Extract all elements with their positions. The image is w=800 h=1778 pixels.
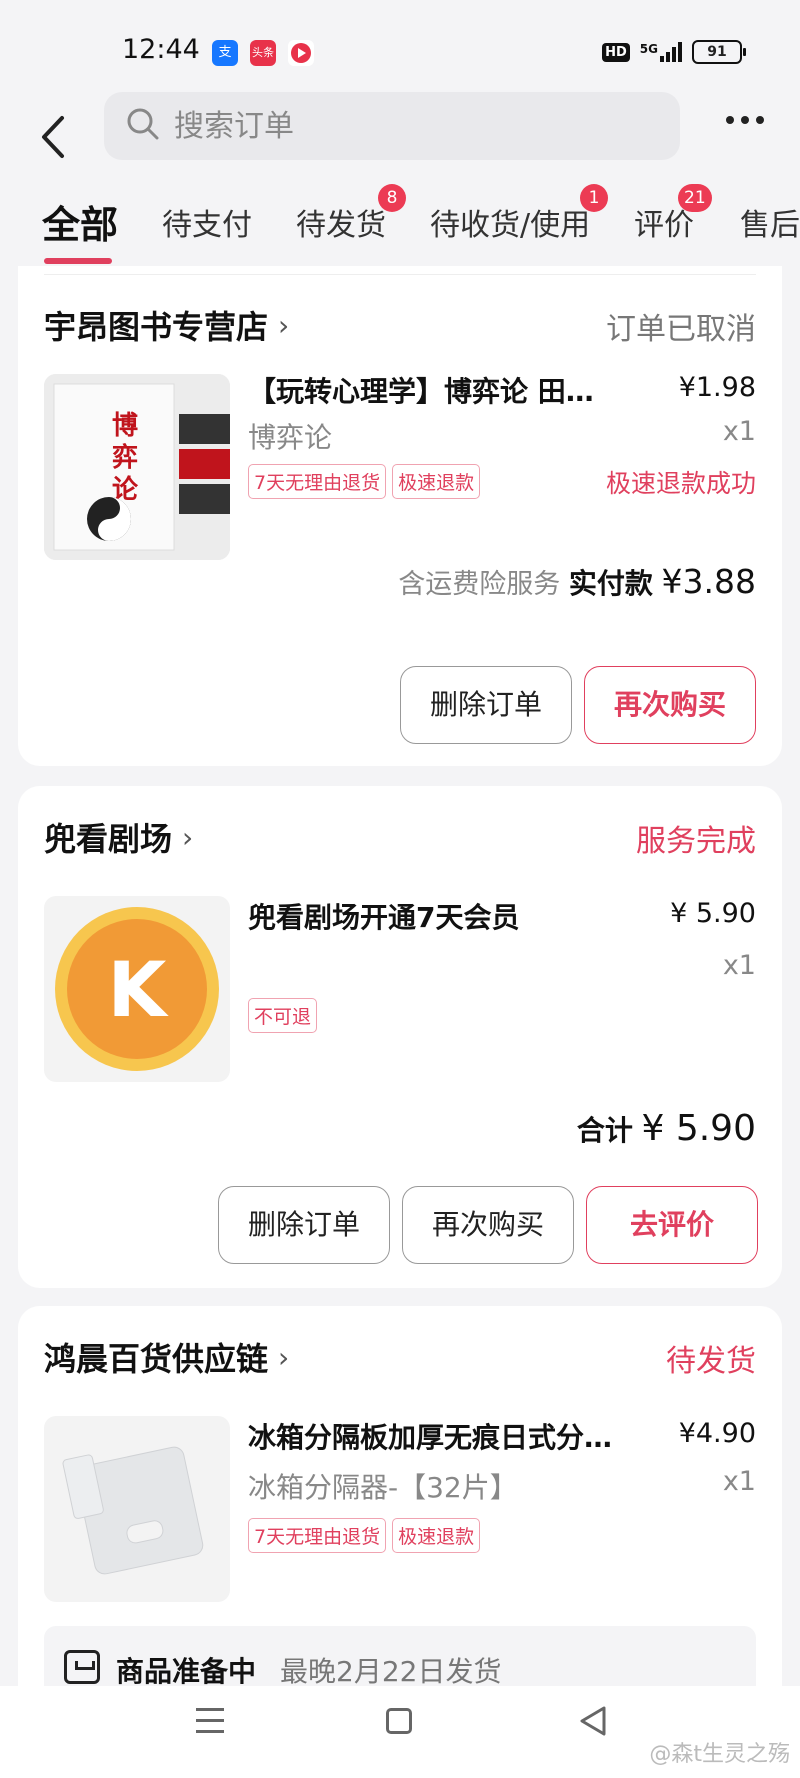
tab-pending-shipment[interactable]: 待发货 8 <box>296 184 406 244</box>
store-label: 鸿晨百货供应链 <box>44 1340 269 1378</box>
tag-return-7day: 7天无理由退货 <box>248 464 387 499</box>
tag-return-7day: 7天无理由退货 <box>248 1518 387 1553</box>
refund-status: 极速退款成功 <box>605 469 756 498</box>
store-name[interactable]: 宇昂图书专营店 › <box>44 302 289 348</box>
product-image[interactable]: 博 弈 论 <box>44 374 230 560</box>
buy-again-button[interactable]: 再次购买 <box>402 1186 574 1264</box>
chevron-right-icon: › <box>278 1340 290 1374</box>
product-price: ¥1.98 <box>678 372 756 403</box>
tab-after-sales[interactable]: 售后 <box>740 200 800 244</box>
tag-fast-refund: 极速退款 <box>392 1518 481 1553</box>
divider <box>44 274 756 275</box>
order-card[interactable]: 宇昂图书专营店 › 订单已取消 博 弈 论 【玩转心理学】博弈论 田忌赛马 ¥1… <box>18 266 782 766</box>
order-total: 含运费险服务 实付款 ¥3.88 <box>398 562 756 602</box>
product-quantity: x1 <box>722 1466 756 1497</box>
tab-label: 待发货 <box>296 208 386 243</box>
tab-review[interactable]: 评价 21 <box>634 184 712 244</box>
search-bar[interactable] <box>104 92 680 160</box>
order-status: 待发货 <box>666 1344 756 1379</box>
shipping-label: 商品准备中 <box>116 1655 257 1688</box>
watermark: @森t生灵之殇 <box>649 1742 790 1767</box>
tab-label: 待收货/使用 <box>430 208 591 243</box>
tab-pending-receipt[interactable]: 待收货/使用 1 <box>430 184 608 244</box>
shipping-note: 最晚2月22日发货 <box>280 1655 502 1688</box>
service-tags: 7天无理由退货 极速退款 <box>248 464 481 499</box>
tab-badge: 21 <box>678 184 712 212</box>
tab-label: 待支付 <box>162 208 252 243</box>
menu-icon[interactable] <box>196 1708 224 1741</box>
product-name[interactable]: 【玩转心理学】博弈论 田忌赛马 <box>248 370 618 410</box>
chevron-right-icon: › <box>278 308 290 342</box>
store-name[interactable]: 鸿晨百货供应链 › <box>44 1334 289 1380</box>
search-input[interactable] <box>174 108 614 144</box>
svg-text:弈: 弈 <box>112 442 138 473</box>
package-icon <box>64 1650 100 1684</box>
store-label: 兜看剧场 <box>44 820 173 858</box>
delete-order-button[interactable]: 删除订单 <box>218 1186 390 1264</box>
product-quantity: x1 <box>722 416 756 447</box>
battery-icon: 91 <box>692 40 746 64</box>
status-bar: 12:44 支 头条 HD 5G 91 <box>0 0 800 90</box>
toutiao-icon: 头条 <box>250 40 276 66</box>
hd-icon: HD <box>602 42 630 62</box>
product-spec: 博弈论 <box>248 421 333 454</box>
total-label: 实付款 <box>568 567 653 600</box>
tab-label: 售后 <box>740 208 800 243</box>
order-status: 服务完成 <box>636 824 756 859</box>
active-tab-indicator <box>44 258 112 264</box>
order-status: 订单已取消 <box>606 312 756 347</box>
service-tags: 不可退 <box>248 998 318 1033</box>
more-options-icon[interactable] <box>726 116 764 124</box>
tab-label: 全部 <box>42 203 119 247</box>
network-type: 5G <box>639 42 658 56</box>
k-logo-icon: K <box>108 945 170 1034</box>
tab-pending-payment[interactable]: 待支付 <box>162 200 252 244</box>
alipay-icon: 支 <box>212 40 238 66</box>
total-prefix: 含运费险服务 <box>398 569 561 600</box>
product-image[interactable] <box>44 1416 230 1602</box>
tab-badge: 8 <box>378 184 406 212</box>
order-tabs: 全部 待支付 待发货 8 待收货/使用 1 评价 21 售后 <box>0 184 800 266</box>
status-time: 12:44 <box>122 34 200 65</box>
store-label: 宇昂图书专营店 <box>44 308 269 346</box>
product-image[interactable]: K <box>44 896 230 1082</box>
tag-non-refundable: 不可退 <box>248 998 318 1033</box>
signal-icon: 5G <box>640 42 682 62</box>
buy-again-button[interactable]: 再次购买 <box>584 666 756 744</box>
product-price: ¥4.90 <box>678 1418 756 1449</box>
total-amount: ¥3.88 <box>661 562 756 601</box>
product-quantity: x1 <box>722 950 756 981</box>
tab-label: 评价 <box>634 208 694 243</box>
service-tags: 7天无理由退货 极速退款 <box>248 1518 481 1553</box>
delete-order-button[interactable]: 删除订单 <box>400 666 572 744</box>
nav-back-icon[interactable] <box>578 1704 608 1742</box>
tab-badge: 1 <box>580 184 608 212</box>
search-icon <box>126 107 160 145</box>
tab-all[interactable]: 全部 <box>42 194 118 249</box>
chevron-right-icon: › <box>182 820 194 854</box>
product-name[interactable]: 兜看剧场开通7天会员 <box>248 896 519 936</box>
order-card[interactable]: 兜看剧场 › 服务完成 K 兜看剧场开通7天会员 ¥ 5.90 x1 不可退 合… <box>18 786 782 1288</box>
back-icon[interactable] <box>38 112 68 162</box>
order-total: 合计 ¥ 5.90 <box>577 1108 756 1149</box>
product-name[interactable]: 冰箱分隔板加厚无痕日式分隔板 <box>248 1416 638 1456</box>
total-label: 合计 <box>576 1114 633 1147</box>
total-amount: ¥ 5.90 <box>641 1108 756 1149</box>
product-spec: 冰箱分隔器-【32片】 <box>248 1471 518 1504</box>
status-indicators: HD 5G 91 <box>602 40 746 64</box>
write-review-button[interactable]: 去评价 <box>586 1186 758 1264</box>
top-bar <box>0 90 800 186</box>
video-icon <box>288 40 314 66</box>
tag-fast-refund: 极速退款 <box>392 464 481 499</box>
product-price: ¥ 5.90 <box>670 898 756 929</box>
svg-text:博: 博 <box>112 411 138 441</box>
system-nav-bar: @森t生灵之殇 <box>0 1686 800 1778</box>
home-icon[interactable] <box>386 1708 412 1734</box>
order-card[interactable]: 鸿晨百货供应链 › 待发货 冰箱分隔板加厚无痕日式分隔板 ¥4.90 冰箱分隔器… <box>18 1306 782 1726</box>
store-name[interactable]: 兜看剧场 › <box>44 814 193 860</box>
